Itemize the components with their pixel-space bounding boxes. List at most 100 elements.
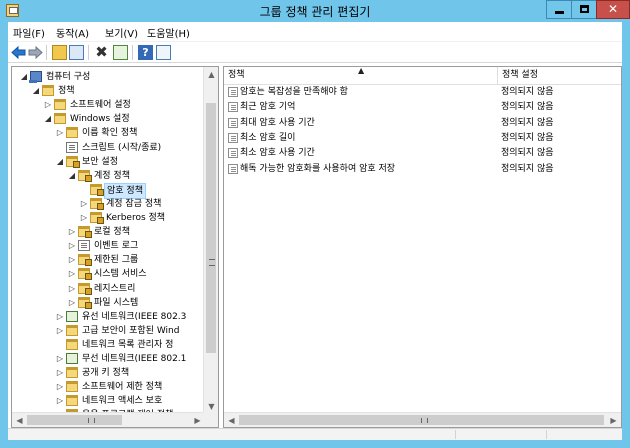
folder-icon	[66, 381, 78, 393]
expand-triangle-icon[interactable]: ▷	[68, 282, 76, 296]
expand-triangle-icon[interactable]: ▷	[56, 394, 64, 408]
expand-triangle-icon[interactable]: ▷	[80, 197, 88, 211]
tree-node-label: 제한된 그룹	[94, 255, 139, 266]
expand-triangle-icon[interactable]: ▷	[56, 366, 64, 380]
tree-node-3[interactable]: ◢ Windows 설정	[44, 112, 192, 126]
collapse-triangle-icon[interactable]: ◢	[20, 70, 28, 84]
help-icon[interactable]: ?	[138, 45, 153, 60]
tree-node-label: 소프트웨어 제한 정책	[82, 382, 163, 393]
tree-node-21[interactable]: ▷ 공개 키 정책	[56, 366, 192, 380]
policy-row[interactable]: 최소 암호 사용 기간 정의되지 않음	[224, 146, 621, 161]
expand-triangle-icon[interactable]: ▷	[68, 267, 76, 281]
policy-row[interactable]: 최근 암호 기억 정의되지 않음	[224, 100, 621, 115]
expand-triangle-icon[interactable]: ▷	[80, 211, 88, 225]
tree-node-label: 유선 네트워크(IEEE 802.3	[82, 311, 187, 322]
scroll-left-icon[interactable]: ◀	[12, 413, 27, 427]
policy-setting-value: 정의되지 않음	[501, 117, 554, 128]
status-separator	[546, 430, 547, 439]
expand-triangle-icon[interactable]: ▷	[56, 324, 64, 338]
expand-triangle-icon[interactable]: ▷	[56, 310, 64, 324]
menu-help[interactable]: 도움말(H)	[147, 25, 190, 40]
expand-triangle-icon[interactable]: ▷	[68, 253, 76, 267]
policy-row[interactable]: 암호는 복잡성을 만족해야 함 정의되지 않음	[224, 85, 621, 100]
expand-triangle-icon[interactable]: ▷	[68, 296, 76, 310]
tree-node-label: 고급 보안이 포함된 Wind	[82, 325, 180, 336]
grip-icon	[88, 418, 95, 423]
tree-node-14[interactable]: ▷ 시스템 서비스	[68, 267, 192, 281]
tree-node-6[interactable]: ◢ 보안 설정	[56, 155, 192, 169]
tree-node-22[interactable]: ▷ 소프트웨어 제한 정책	[56, 380, 192, 394]
back-arrow-icon[interactable]	[11, 45, 26, 60]
scroll-left-icon[interactable]: ◀	[224, 413, 239, 427]
tree-node-10[interactable]: ▷ Kerberos 정책	[80, 211, 192, 225]
tree-vertical-scroll-thumb[interactable]	[206, 103, 216, 353]
details-pane[interactable]: 정책 ▲ 정책 설정 암호는 복잡성을 만족해야 함 정의되지 않음 최근 암호 기…	[223, 66, 622, 428]
tree-node-2[interactable]: ▷ 소프트웨어 설정	[44, 98, 192, 112]
show-hide-tree-icon[interactable]	[69, 45, 84, 60]
close-button[interactable]: ✕	[596, 0, 630, 19]
policy-setting-icon	[228, 132, 238, 143]
collapse-triangle-icon[interactable]: ◢	[32, 84, 40, 98]
scroll-right-icon[interactable]: ▶	[606, 413, 621, 427]
expand-triangle-icon[interactable]: ▷	[56, 380, 64, 394]
menu-action[interactable]: 동작(A)	[56, 25, 89, 40]
tree-node-label: 파일 시스템	[94, 297, 139, 308]
policy-tree[interactable]: ◢ 컴퓨터 구성 ◢ 정책 ▷ 소프트웨어 설정 ◢ Windows 설정 ▷ 이름 확인 정책 스…	[12, 67, 205, 414]
title-bar[interactable]: 그룹 정책 관리 편집기 ✕	[0, 0, 630, 22]
policy-setting-value: 정의되지 않음	[501, 163, 554, 174]
policy-row[interactable]: 최대 암호 사용 기간 정의되지 않음	[224, 116, 621, 131]
delete-icon[interactable]: ✖	[94, 45, 109, 60]
tree-node-4[interactable]: ▷ 이름 확인 정책	[56, 126, 192, 140]
tree-node-17[interactable]: ▷ 유선 네트워크(IEEE 802.3	[56, 310, 192, 324]
menu-view[interactable]: 보기(V)	[105, 25, 138, 40]
tree-node-12[interactable]: ▷ 이벤트 로그	[68, 239, 192, 253]
up-folder-icon[interactable]	[52, 45, 67, 60]
details-horizontal-scrollbar[interactable]: ◀ ▶	[224, 412, 621, 427]
tree-node-7[interactable]: ◢ 계정 정책	[68, 169, 192, 183]
tree-node-13[interactable]: ▷ 제한된 그룹	[68, 253, 192, 267]
tree-node-18[interactable]: ▷ 고급 보안이 포함된 Wind	[56, 324, 192, 338]
policy-row[interactable]: 최소 암호 길이 정의되지 않음	[224, 131, 621, 146]
expand-triangle-icon[interactable]: ▷	[44, 98, 52, 112]
policy-column-header[interactable]: 정책 ▲	[224, 67, 498, 84]
collapse-triangle-icon[interactable]: ◢	[68, 169, 76, 183]
collapse-triangle-icon[interactable]: ◢	[56, 155, 64, 169]
network-icon	[66, 310, 78, 322]
tree-node-label: 이름 확인 정책	[82, 128, 138, 139]
policy-name: 암호는 복잡성을 만족해야 함	[240, 87, 348, 97]
tree-node-9[interactable]: ▷ 계정 잠금 정책	[80, 197, 192, 211]
scroll-up-icon[interactable]: ▲	[204, 67, 218, 82]
tree-node-0[interactable]: ◢ 컴퓨터 구성	[20, 70, 192, 84]
expand-triangle-icon[interactable]: ▷	[56, 352, 64, 366]
expand-triangle-icon[interactable]: ▷	[56, 126, 64, 140]
policy-row[interactable]: 해독 가능한 암호화를 사용하여 암호 저장 정의되지 않음	[224, 162, 621, 177]
folder-lock-icon	[78, 254, 92, 267]
tree-node-19[interactable]: 네트워크 목록 관리자 정	[56, 338, 192, 352]
tree-node-23[interactable]: ▷ 네트워크 액세스 보호	[56, 394, 192, 408]
tree-vertical-scrollbar[interactable]: ▲ ▼	[203, 67, 218, 414]
tree-horizontal-scroll-thumb[interactable]	[27, 415, 122, 425]
tree-node-8[interactable]: 암호 정책	[80, 182, 192, 199]
policy-setting-icon	[228, 117, 238, 128]
expand-triangle-icon[interactable]: ▷	[68, 239, 76, 253]
minimize-button[interactable]	[546, 0, 572, 19]
properties-icon[interactable]	[156, 45, 171, 60]
tree-node-15[interactable]: ▷ 레지스트리	[68, 282, 192, 296]
export-icon[interactable]	[113, 45, 128, 60]
menu-file[interactable]: 파일(F)	[13, 25, 45, 40]
tree-node-20[interactable]: ▷ 무선 네트워크(IEEE 802.1	[56, 352, 192, 366]
forward-arrow-icon[interactable]	[28, 45, 43, 60]
group-policy-editor-window: 그룹 정책 관리 편집기 ✕ 파일(F) 동작(A) 보기(V) 도움말(H) …	[0, 0, 630, 448]
client-area: 파일(F) 동작(A) 보기(V) 도움말(H) ✖ ? ◢ 컴퓨터 구성 ◢ 정책 ▷…	[8, 22, 622, 440]
tree-node-16[interactable]: ▷ 파일 시스템	[68, 296, 192, 310]
expand-triangle-icon[interactable]: ▷	[68, 225, 76, 239]
tree-pane[interactable]: ◢ 컴퓨터 구성 ◢ 정책 ▷ 소프트웨어 설정 ◢ Windows 설정 ▷ 이름 확인 정책 스…	[11, 66, 219, 428]
tree-horizontal-scrollbar[interactable]: ◀ ▶	[12, 412, 205, 427]
tree-node-5[interactable]: 스크립트 (시작/종료)	[56, 141, 192, 155]
maximize-button[interactable]	[571, 0, 597, 19]
tree-node-1[interactable]: ◢ 정책	[32, 84, 192, 98]
details-horizontal-scroll-thumb[interactable]	[239, 415, 604, 425]
collapse-triangle-icon[interactable]: ◢	[44, 112, 52, 126]
tree-node-11[interactable]: ▷ 로컬 정책	[68, 225, 192, 239]
setting-column-header[interactable]: 정책 설정	[498, 67, 621, 84]
